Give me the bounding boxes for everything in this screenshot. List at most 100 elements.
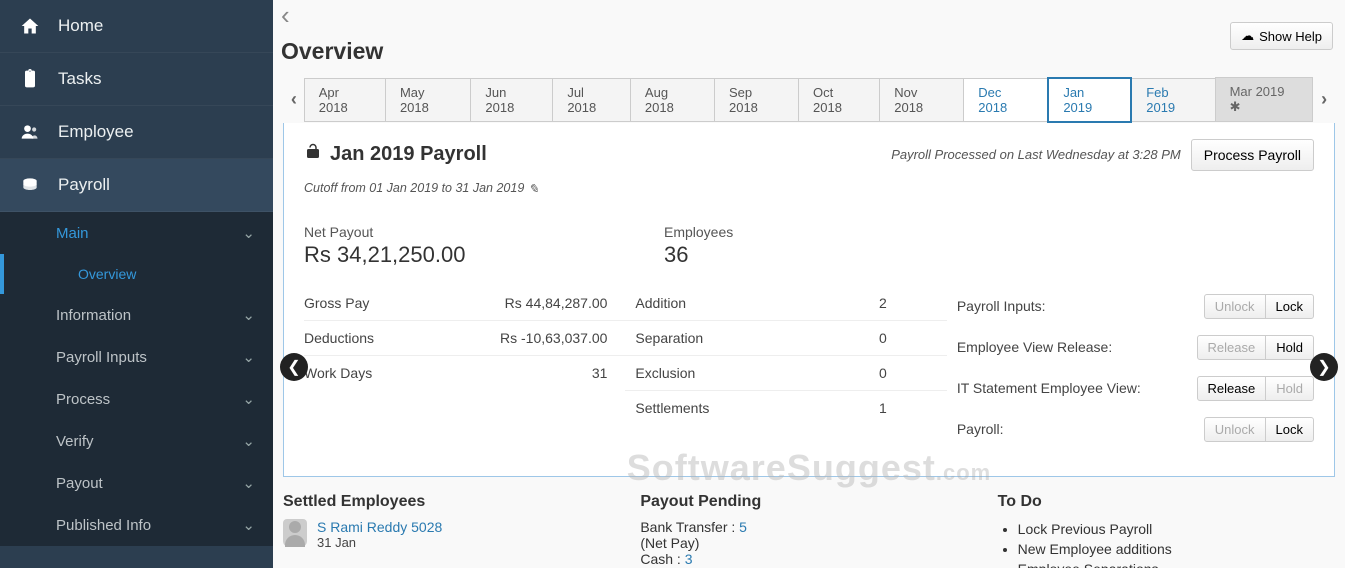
employee-link[interactable]: S Rami Reddy 5028 <box>317 519 442 535</box>
sub-process-label: Process <box>56 391 110 408</box>
release-button[interactable]: Release <box>1197 335 1267 360</box>
sub-information[interactable]: Information ⌄ <box>0 294 273 336</box>
nav-tasks-label: Tasks <box>58 69 101 89</box>
unlock-icon <box>304 143 322 167</box>
sub-payroll-inputs-label: Payroll Inputs <box>56 349 147 366</box>
sub-payroll-inputs[interactable]: Payroll Inputs ⌄ <box>0 336 273 378</box>
exclusion-label: Exclusion <box>635 365 695 381</box>
month-next[interactable]: › <box>1313 89 1335 110</box>
chevron-down-icon: ⌄ <box>242 474 255 492</box>
cash-link[interactable]: 3 <box>685 551 693 567</box>
sub-process[interactable]: Process ⌄ <box>0 378 273 420</box>
net-pay-text: (Net Pay) <box>640 535 977 551</box>
nav-home-label: Home <box>58 16 103 36</box>
pending-section: Payout Pending Bank Transfer : 5 (Net Pa… <box>640 493 977 568</box>
separation-label: Separation <box>635 330 703 346</box>
sub-overview-label: Overview <box>78 266 136 282</box>
month-tab[interactable]: Jul 2018 <box>552 78 631 122</box>
hold-button[interactable]: Hold <box>1265 335 1314 360</box>
controls-col: Payroll Inputs: Unlock Lock Employee Vie… <box>947 286 1314 450</box>
cutoff-text: Cutoff from 01 Jan 2019 to 31 Jan 2019 ✎ <box>304 181 1314 196</box>
gross-pay-label: Gross Pay <box>304 295 369 311</box>
counts-col: Addition2 Separation0 Exclusion0 Settlem… <box>625 286 946 450</box>
month-tabs: ‹ Apr 2018 May 2018 Jun 2018 Jul 2018 Au… <box>273 69 1345 123</box>
nav-home[interactable]: Home <box>0 0 273 53</box>
carousel-prev[interactable]: ❮ <box>280 353 308 381</box>
evr-ctrl-label: Employee View Release: <box>957 339 1112 355</box>
todo-title: To Do <box>998 493 1335 511</box>
lock-button[interactable]: Lock <box>1265 417 1314 442</box>
employees-block: Employees 36 <box>664 224 904 268</box>
clipboard-icon <box>18 67 42 91</box>
month-prev[interactable]: ‹ <box>283 89 305 110</box>
sub-payout[interactable]: Payout ⌄ <box>0 462 273 504</box>
sub-payout-label: Payout <box>56 475 103 492</box>
net-payout-label: Net Payout <box>304 224 544 240</box>
cash-row: Cash : 3 <box>640 551 977 567</box>
sub-overview[interactable]: Overview <box>0 254 273 294</box>
cloud-icon: ☁ <box>1241 28 1254 44</box>
nav-tasks[interactable]: Tasks <box>0 53 273 106</box>
lock-button[interactable]: Lock <box>1265 294 1314 319</box>
exclusion-value: 0 <box>879 365 887 381</box>
month-tab[interactable]: May 2018 <box>385 78 471 122</box>
month-tab[interactable]: Dec 2018 <box>963 78 1048 122</box>
month-tab[interactable]: Apr 2018 <box>304 78 386 122</box>
net-payout-value: Rs 34,21,250.00 <box>304 242 544 268</box>
month-tab[interactable]: Oct 2018 <box>798 78 880 122</box>
month-tab[interactable]: Feb 2019 <box>1131 78 1215 122</box>
nav-payroll[interactable]: Payroll <box>0 159 273 212</box>
chevron-down-icon: ⌄ <box>242 306 255 324</box>
todo-item: Employee Separations <box>1018 559 1335 568</box>
asterisk-icon: ✱ <box>1230 99 1241 114</box>
payroll-ctrl-label: Payroll: <box>957 421 1004 437</box>
month-tab[interactable]: Nov 2018 <box>879 78 964 122</box>
chevron-down-icon: ⌄ <box>242 224 255 242</box>
back-chevron-icon[interactable]: ‹ <box>281 8 381 24</box>
page-title: Overview <box>281 38 383 65</box>
show-help-button[interactable]: ☁ Show Help <box>1230 22 1333 50</box>
addition-value: 2 <box>879 295 887 311</box>
sub-verify-label: Verify <box>56 433 94 450</box>
bank-transfer-row: Bank Transfer : 5 <box>640 519 977 535</box>
todo-item: Lock Previous Payroll <box>1018 519 1335 539</box>
deductions-value: Rs -10,63,037.00 <box>500 330 607 346</box>
sub-main[interactable]: Main ⌄ <box>0 212 273 254</box>
bank-transfer-link[interactable]: 5 <box>739 519 747 535</box>
settlements-value: 1 <box>879 400 887 416</box>
carousel-next[interactable]: ❯ <box>1310 353 1338 381</box>
hold-button[interactable]: Hold <box>1265 376 1314 401</box>
settled-title: Settled Employees <box>283 493 620 511</box>
payroll-inputs-ctrl-label: Payroll Inputs: <box>957 298 1046 314</box>
unlock-button[interactable]: Unlock <box>1204 417 1266 442</box>
unlock-button[interactable]: Unlock <box>1204 294 1266 319</box>
sub-verify[interactable]: Verify ⌄ <box>0 420 273 462</box>
pencil-icon[interactable]: ✎ <box>528 181 538 196</box>
show-help-label: Show Help <box>1259 29 1322 44</box>
month-tab[interactable]: Aug 2018 <box>630 78 715 122</box>
payroll-card: ❮ ❯ Jan 2019 Payroll Payroll Processed o… <box>283 123 1335 477</box>
todo-section: To Do Lock Previous Payroll New Employee… <box>998 493 1335 568</box>
employees-label: Employees <box>664 224 904 240</box>
settlements-label: Settlements <box>635 400 709 416</box>
processed-text: Payroll Processed on Last Wednesday at 3… <box>891 147 1181 162</box>
page-header: ‹ Overview ☁ Show Help <box>273 0 1345 69</box>
chevron-down-icon: ⌄ <box>242 432 255 450</box>
month-tab-disabled[interactable]: Mar 2019 ✱ <box>1215 77 1314 122</box>
addition-label: Addition <box>635 295 686 311</box>
work-days-value: 31 <box>592 365 608 381</box>
settled-section: Settled Employees S Rami Reddy 5028 31 J… <box>283 493 620 568</box>
pay-details-col: Gross PayRs 44,84,287.00 DeductionsRs -1… <box>304 286 625 450</box>
process-payroll-button[interactable]: Process Payroll <box>1191 139 1314 171</box>
nav-employee[interactable]: Employee <box>0 106 273 159</box>
person-icon <box>18 120 42 144</box>
release-button[interactable]: Release <box>1197 376 1267 401</box>
month-tab[interactable]: Jun 2018 <box>470 78 553 122</box>
chevron-down-icon: ⌄ <box>242 348 255 366</box>
avatar-icon <box>283 519 307 547</box>
payroll-subnav: Main ⌄ Overview Information ⌄ Payroll In… <box>0 212 273 546</box>
month-tab[interactable]: Sep 2018 <box>714 78 799 122</box>
month-tab-active[interactable]: Jan 2019 <box>1047 77 1132 123</box>
sub-published-info[interactable]: Published Info ⌄ <box>0 504 273 546</box>
sub-information-label: Information <box>56 307 131 324</box>
